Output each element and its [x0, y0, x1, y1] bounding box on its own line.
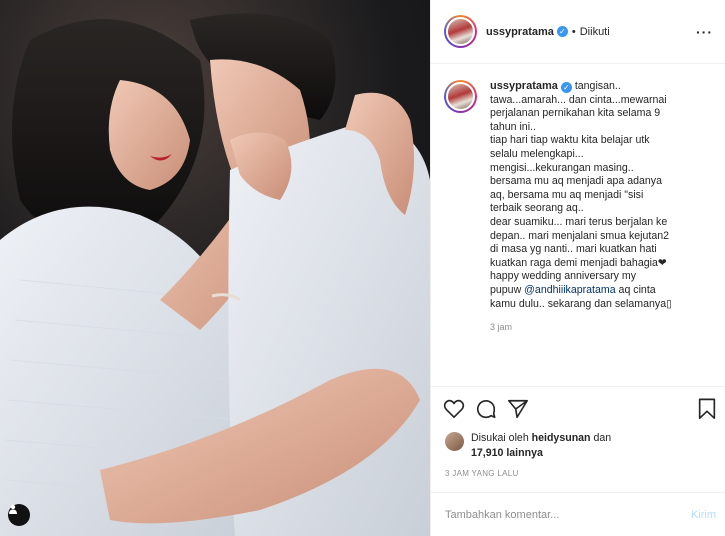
caption-mention-prefix: pupuw	[490, 283, 525, 296]
caption-time-ago: 3 jam	[490, 322, 513, 333]
post-comment-button[interactable]: Kirim	[691, 509, 716, 521]
author-username[interactable]: ussypratama	[486, 26, 554, 38]
caption-mention-suffix: aq cinta	[615, 283, 656, 296]
caption-line: selalu melengkapi...	[490, 147, 584, 160]
caption-line: di masa yg nanti.. mari kuatkan hati	[490, 243, 657, 256]
likes-count-link[interactable]: 17,910 lainnya	[471, 447, 543, 459]
bookmark-icon[interactable]	[697, 398, 717, 420]
caption-line: tangisan..	[574, 80, 621, 92]
liker-username[interactable]: heidysunan	[532, 432, 591, 444]
caption-line: mengisi...kekurangan masing..	[490, 161, 634, 174]
likes-prefix: Disukai oleh	[471, 432, 532, 444]
likes-summary: Disukai oleh heidysunan dan 17,910 lainn…	[431, 431, 725, 469]
caption-line: bersama mu aq menjadi apa adanya	[490, 175, 662, 188]
post-details-panel: ussypratama ✓ • Diikuti ··· ussypratama ✓…	[430, 0, 725, 536]
caption-line: kamu dulu.. sekarang dan selamanya▯	[490, 297, 672, 310]
comment-input[interactable]	[445, 508, 691, 521]
mention-link[interactable]: @andhiiikapratama	[524, 284, 615, 296]
heart-icon[interactable]	[443, 399, 465, 419]
post-photo[interactable]	[0, 0, 430, 536]
caption-line: dear suamiku... mari terus berjalan ke	[490, 215, 668, 228]
tagged-users-button[interactable]	[8, 504, 30, 526]
caption-line: perjalanan pernikahan kita selama 9	[490, 107, 661, 120]
verified-badge-icon: ✓	[560, 82, 572, 94]
author-avatar[interactable]	[444, 15, 477, 48]
caption-line: tiap hari tiap waktu kita belajar utk	[490, 134, 650, 147]
caption-section: ussypratama ✓ tangisan.. tawa...amarah...…	[431, 64, 725, 387]
likes-connector: dan	[590, 432, 612, 444]
couple-photo-illustration	[0, 13, 430, 536]
caption-text: ussypratama ✓ tangisan.. tawa...amarah...…	[490, 80, 712, 386]
caption-line: happy wedding anniversary my	[490, 270, 637, 283]
action-bar	[431, 387, 725, 431]
follow-status-button[interactable]: Diikuti	[580, 26, 610, 38]
liker-avatar[interactable]	[445, 432, 464, 451]
post-header: ussypratama ✓ • Diikuti ···	[431, 0, 725, 64]
comment-icon[interactable]	[475, 398, 497, 420]
share-icon[interactable]	[507, 398, 529, 420]
caption-line: tahun ini..	[490, 120, 536, 133]
caption-author-avatar[interactable]	[444, 80, 477, 113]
more-options-icon[interactable]: ···	[696, 24, 713, 40]
likes-text: Disukai oleh heidysunan dan 17,910 lainn…	[471, 431, 611, 461]
comment-form: Kirim	[431, 492, 725, 536]
verified-badge-icon: ✓	[556, 26, 568, 37]
person-icon	[9, 504, 17, 514]
caption-line: tawa...amarah... dan cinta...mewarnai	[490, 93, 667, 106]
caption-line: kuatkan raga demi menjadi bahagia❤	[490, 256, 667, 269]
caption-line: aq, bersama mu aq menjadi "sisi	[490, 188, 644, 201]
header-dot-separator: •	[571, 25, 576, 38]
caption-username[interactable]: ussypratama	[490, 80, 558, 92]
caption-line: depan.. mari menjalani smua kejutan2	[490, 229, 670, 242]
caption-line: terbaik seorang aq..	[490, 202, 584, 215]
post-modal: ussypratama ✓ • Diikuti ··· ussypratama ✓…	[0, 0, 725, 536]
